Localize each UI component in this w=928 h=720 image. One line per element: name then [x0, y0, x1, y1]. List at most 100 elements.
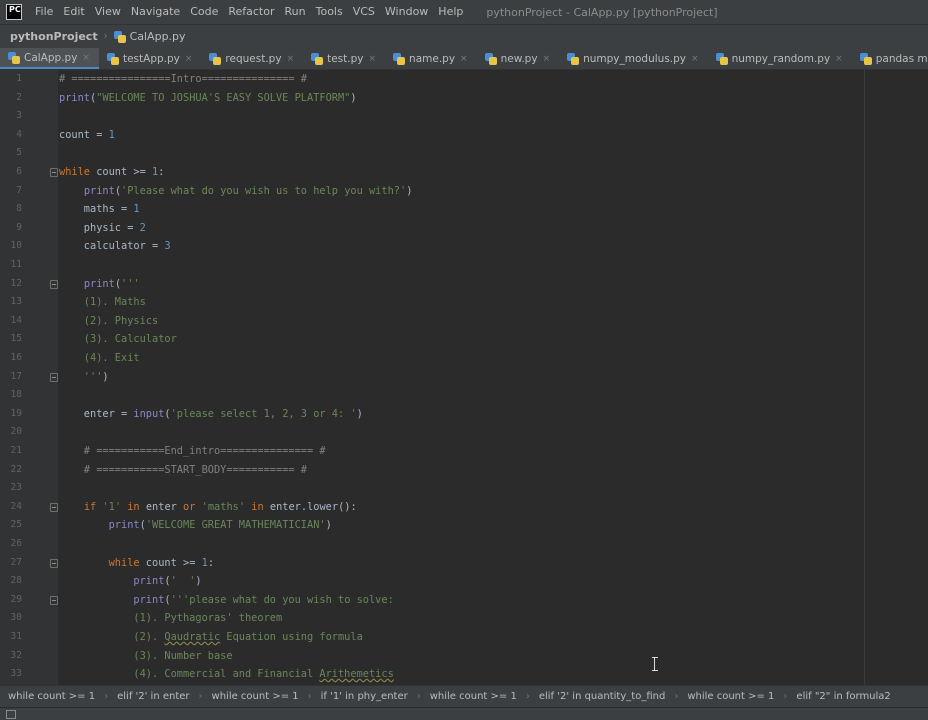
line-number: 29 — [10, 593, 22, 605]
close-icon[interactable]: × — [460, 54, 468, 64]
code-line[interactable]: 6 while count >= 1: — [0, 163, 864, 182]
nav-file[interactable]: CalApp.py — [113, 30, 186, 43]
fold-marker-icon[interactable] — [50, 558, 58, 568]
code-line[interactable]: 23 — [0, 479, 864, 498]
breadcrumb-item[interactable]: if '1' in phy_enter — [321, 691, 408, 702]
menu-run[interactable]: Run — [280, 0, 311, 24]
tab-new-py[interactable]: new.py × — [477, 48, 560, 69]
tab-request-py[interactable]: request.py × — [201, 48, 303, 69]
code-line[interactable]: 8 maths = 1 — [0, 200, 864, 219]
line-number: 15 — [10, 333, 22, 345]
fold-marker-icon[interactable] — [50, 168, 58, 177]
code-line[interactable]: 14 (2). Physics — [0, 312, 864, 331]
close-icon[interactable]: × — [543, 54, 551, 64]
menu-tools[interactable]: Tools — [311, 0, 348, 24]
code-line[interactable]: 29 print('''please what do you wish to s… — [0, 591, 864, 610]
fold-marker-icon[interactable] — [50, 502, 58, 512]
breadcrumb-item[interactable]: elif '2' in enter — [117, 691, 189, 702]
nav-project[interactable]: pythonProject — [10, 30, 98, 43]
menu-navigate[interactable]: Navigate — [126, 0, 185, 24]
line-number: 18 — [10, 389, 22, 401]
code-editor[interactable]: 1 # ================Intro=============== … — [0, 70, 928, 685]
code-token: maths = — [59, 203, 134, 216]
chevron-right-icon: › — [104, 691, 109, 702]
code-line[interactable]: 11 — [0, 256, 864, 275]
breadcrumb-item[interactable]: while count >= 1 — [430, 691, 517, 702]
code-line[interactable]: 2 print("WELCOME TO JOSHUA'S EASY SOLVE P… — [0, 89, 864, 108]
tab-test-py[interactable]: test.py × — [303, 48, 385, 69]
code-line[interactable]: 15 (3). Calculator — [0, 330, 864, 349]
menu-vcs[interactable]: VCS — [348, 0, 380, 24]
code-line[interactable]: 4 count = 1 — [0, 126, 864, 145]
code-line[interactable]: 12 print(''' — [0, 275, 864, 294]
code-line[interactable]: 24 if '1' in enter or 'maths' in enter.l… — [0, 498, 864, 517]
code-line[interactable]: 5 — [0, 144, 864, 163]
code-token: (1). Pythagoras' theorem — [59, 612, 283, 625]
code-token: # ===========START_BODY=========== # — [59, 463, 307, 476]
code-token: in — [127, 500, 140, 513]
code-line[interactable]: 26 — [0, 535, 864, 554]
fold-marker-icon[interactable] — [50, 279, 58, 289]
tab-numpy-modulus-py[interactable]: numpy_modulus.py × — [559, 48, 707, 69]
code-line[interactable]: 33 (4). Commercial and Financial Arithem… — [0, 665, 864, 684]
menu-edit[interactable]: Edit — [58, 0, 89, 24]
code-text: # ================Intro=============== # — [59, 70, 307, 89]
code-line[interactable]: 20 — [0, 423, 864, 442]
line-number: 22 — [10, 463, 22, 475]
tab-label: request.py — [225, 53, 282, 65]
breadcrumb-item[interactable]: while count >= 1 — [8, 691, 95, 702]
code-line[interactable]: 30 (1). Pythagoras' theorem — [0, 609, 864, 628]
code-token: or — [183, 500, 196, 513]
code-line[interactable]: 21 # ===========End_intro===============… — [0, 442, 864, 461]
fold-marker-icon[interactable] — [50, 595, 58, 605]
menu-code[interactable]: Code — [185, 0, 223, 24]
code-token: print — [59, 91, 90, 104]
code-line[interactable]: 32 (3). Number base — [0, 647, 864, 666]
code-line[interactable]: 10 calculator = 3 — [0, 237, 864, 256]
code-line[interactable]: 16 (4). Exit — [0, 349, 864, 368]
tab-numpy-random-py[interactable]: numpy_random.py × — [708, 48, 852, 69]
close-icon[interactable]: × — [287, 54, 295, 64]
breadcrumb-item[interactable]: elif "2" in formula2 — [796, 691, 890, 702]
code-line[interactable]: 25 print('WELCOME GREAT MATHEMATICIAN') — [0, 516, 864, 535]
code-line[interactable]: 28 print(' ') — [0, 572, 864, 591]
tool-window-toggle-icon[interactable] — [6, 710, 16, 719]
editor-scrollbar[interactable] — [917, 70, 928, 685]
tab-label: testApp.py — [122, 53, 180, 65]
code-line[interactable]: 7 print('Please what do you wish us to h… — [0, 182, 864, 201]
code-line[interactable]: 27 while count >= 1: — [0, 554, 864, 573]
menu-file[interactable]: File — [30, 0, 58, 24]
breadcrumb-item[interactable]: while count >= 1 — [687, 691, 774, 702]
menu-help[interactable]: Help — [433, 0, 468, 24]
menu-refactor[interactable]: Refactor — [223, 0, 279, 24]
close-icon[interactable]: × — [369, 54, 377, 64]
line-number: 16 — [10, 352, 22, 363]
menu-window[interactable]: Window — [380, 0, 433, 24]
code-line[interactable]: 13 (1). Maths — [0, 293, 864, 312]
code-line[interactable]: 19 enter = input('please select 1, 2, 3 … — [0, 405, 864, 424]
pycharm-logo-icon[interactable]: PC — [6, 4, 22, 20]
fold-marker-icon[interactable] — [50, 372, 58, 382]
code-line[interactable]: 18 — [0, 386, 864, 405]
close-icon[interactable]: × — [82, 53, 90, 63]
code-line[interactable]: 22 # ===========START_BODY=========== # — [0, 461, 864, 480]
tab-testapp-py[interactable]: testApp.py × — [99, 48, 201, 69]
code-line[interactable]: 1 # ================Intro=============== … — [0, 70, 864, 89]
tab-calapp-py[interactable]: CalApp.py × — [0, 48, 99, 69]
tab-name-py[interactable]: name.py × — [385, 48, 477, 69]
menu-view[interactable]: View — [90, 0, 126, 24]
tab-pandas-module-py[interactable]: pandas module.py× — [852, 48, 928, 69]
code-line[interactable]: 9 physic = 2 — [0, 219, 864, 238]
close-icon[interactable]: × — [691, 54, 699, 64]
breadcrumb-item[interactable]: while count >= 1 — [212, 691, 299, 702]
code-line[interactable]: 31 (2). Qaudratic Equation using formula — [0, 628, 864, 647]
breadcrumb-item[interactable]: elif '2' in quantity_to_find — [539, 691, 665, 702]
tab-label: pandas module.py — [875, 53, 928, 65]
code-line[interactable]: 17 ''') — [0, 368, 864, 387]
close-icon[interactable]: × — [835, 54, 843, 64]
close-icon[interactable]: × — [185, 54, 193, 64]
code-line[interactable]: 3 — [0, 107, 864, 126]
code-token: while — [108, 556, 140, 569]
